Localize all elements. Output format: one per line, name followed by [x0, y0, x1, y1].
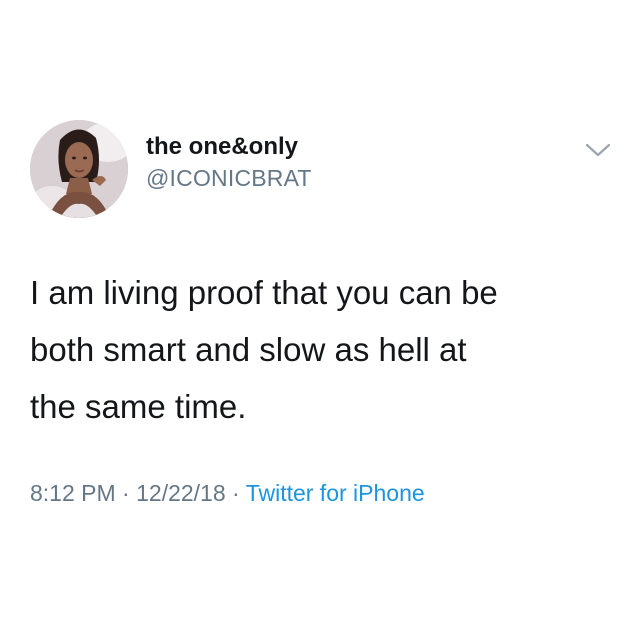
- tweet-time[interactable]: 8:12 PM: [30, 480, 116, 506]
- chevron-down-icon[interactable]: [584, 140, 612, 160]
- meta-separator: ·: [122, 480, 130, 506]
- user-handle[interactable]: @ICONICBRAT: [146, 162, 312, 194]
- tweet-text-line: the same time.: [30, 388, 247, 425]
- author-names: the one&only @ICONICBRAT: [146, 132, 312, 194]
- tweet-date[interactable]: 12/22/18: [136, 480, 226, 506]
- tweet-source-link[interactable]: Twitter for iPhone: [246, 480, 425, 506]
- tweet-meta: 8:12 PM · 12/22/18 · Twitter for iPhone: [30, 478, 425, 508]
- tweet-card: the one&only @ICONICBRAT I am living pro…: [0, 100, 640, 530]
- avatar[interactable]: [30, 120, 128, 218]
- tweet-header: the one&only @ICONICBRAT: [30, 120, 620, 220]
- tweet-text: I am living proof that you can be both s…: [30, 264, 610, 435]
- profile-photo-icon: [30, 120, 128, 218]
- meta-separator: ·: [232, 480, 240, 506]
- display-name[interactable]: the one&only: [146, 132, 312, 162]
- tweet-text-line: both smart and slow as hell at: [30, 331, 467, 368]
- tweet-text-line: I am living proof that you can be: [30, 274, 498, 311]
